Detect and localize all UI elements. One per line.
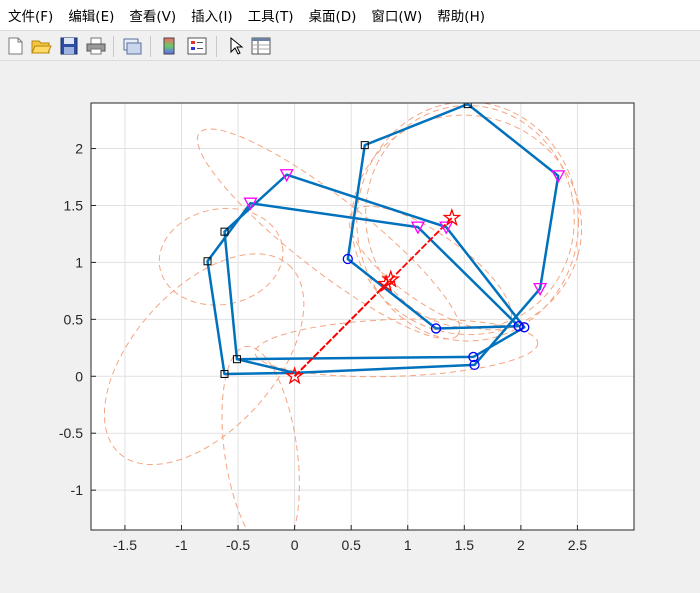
x-tick-label: 1 [404,537,412,553]
link-plot-icon[interactable] [121,35,143,57]
new-figure-icon[interactable] [4,35,26,57]
y-tick-label: 0 [75,368,83,384]
x-tick-label: -1 [175,537,188,553]
toolbar-separator [113,36,114,57]
y-tick-label: 1 [75,254,83,270]
x-tick-label: 1.5 [455,537,475,553]
x-tick-label: 2.5 [568,537,588,553]
x-tick-label: 0 [291,537,299,553]
pointer-icon[interactable] [224,35,246,57]
legend-icon[interactable] [186,35,208,57]
print-icon[interactable] [85,35,107,57]
y-tick-label: 2 [75,141,83,157]
plot-canvas[interactable]: -1.5 -1 -0.5 0 0.5 1 1.5 2 2.5 -1 -0.5 0 0.5 1 1.5 2 [0,61,700,589]
save-icon[interactable] [58,35,80,57]
toolbar [0,30,700,61]
menu-file[interactable]: 文件(F) [0,5,60,25]
y-tick-label: -0.5 [59,425,83,441]
menu-view[interactable]: 查看(V) [121,5,183,25]
menu-desktop[interactable]: 桌面(D) [300,5,363,25]
y-tick-label: 0.5 [64,311,84,327]
menu-edit[interactable]: 编辑(E) [60,5,121,25]
y-tick-label: -1 [71,482,84,498]
property-inspector-icon[interactable] [250,35,272,57]
x-tick-label: 2 [517,537,525,553]
x-tick-label: -1.5 [113,537,137,553]
menu-tools[interactable]: 工具(T) [240,5,301,25]
menu-window[interactable]: 窗口(W) [363,5,429,25]
x-tick-label: -0.5 [226,537,250,553]
toolbar-separator [150,36,151,57]
toolbar-separator [216,36,217,57]
menu-insert[interactable]: 插入(I) [183,5,240,25]
menu-bar: 文件(F) 编辑(E) 查看(V) 插入(I) 工具(T) 桌面(D) 窗口(W… [0,0,700,30]
y-tick-label: 1.5 [64,197,84,213]
colorbar-icon[interactable] [158,35,180,57]
figure-area: -1.5 -1 -0.5 0 0.5 1 1.5 2 2.5 -1 -0.5 0 0.5 1 1.5 2 [0,61,700,589]
menu-help[interactable]: 帮助(H) [429,5,492,25]
open-folder-icon[interactable] [30,35,52,57]
x-tick-label: 0.5 [341,537,361,553]
